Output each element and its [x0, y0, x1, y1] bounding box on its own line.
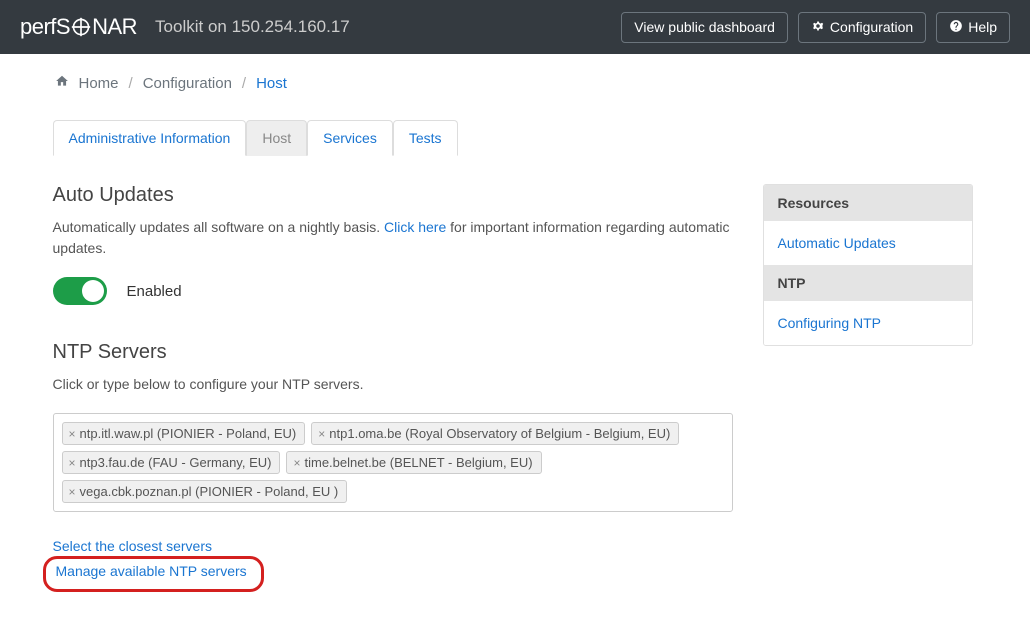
config-tabs: Administrative Information Host Services…: [53, 120, 458, 156]
ntp-servers-input[interactable]: × ntp.itl.waw.pl (PIONIER - Poland, EU) …: [53, 413, 733, 512]
auto-updates-desc: Automatically updates all software on a …: [53, 217, 733, 259]
ntp-server-label: vega.cbk.poznan.pl (PIONIER - Poland, EU…: [80, 484, 339, 499]
breadcrumb-config[interactable]: Configuration: [143, 75, 232, 92]
resources-heading: Resources: [764, 185, 972, 221]
brand-prefix: perfS: [20, 14, 70, 40]
breadcrumb-home[interactable]: Home: [79, 75, 119, 92]
remove-tag-icon[interactable]: ×: [293, 456, 300, 470]
ntp-server-tag: × vega.cbk.poznan.pl (PIONIER - Poland, …: [62, 480, 348, 503]
ntp-server-label: ntp.itl.waw.pl (PIONIER - Poland, EU): [80, 426, 297, 441]
auto-updates-toggle-row: Enabled: [53, 277, 733, 305]
ntp-server-tag: × ntp3.fau.de (FAU - Germany, EU): [62, 451, 281, 474]
breadcrumb-host: Host: [256, 75, 287, 92]
manage-ntp-servers-link[interactable]: Manage available NTP servers: [56, 563, 247, 579]
breadcrumb-sep: /: [129, 75, 133, 92]
ntp-server-label: time.belnet.be (BELNET - Belgium, EU): [304, 455, 532, 470]
ntp-server-tag: × ntp.itl.waw.pl (PIONIER - Poland, EU): [62, 422, 306, 445]
ntp-sidebar-body: Configuring NTP: [764, 301, 972, 345]
auto-updates-desc-prefix: Automatically updates all software on a …: [53, 219, 385, 235]
ntp-server-label: ntp1.oma.be (Royal Observatory of Belgiu…: [329, 426, 670, 441]
ntp-server-label: ntp3.fau.de (FAU - Germany, EU): [80, 455, 272, 470]
resources-panel: Resources Automatic Updates NTP Configur…: [763, 184, 973, 346]
help-button[interactable]: Help: [936, 12, 1010, 43]
tab-host[interactable]: Host: [246, 120, 307, 156]
remove-tag-icon[interactable]: ×: [69, 485, 76, 499]
resources-body: Automatic Updates: [764, 221, 972, 265]
question-icon: [949, 19, 963, 36]
auto-updates-toggle[interactable]: [53, 277, 107, 305]
top-navbar: perfS NAR Toolkit on 150.254.160.17 View…: [0, 0, 1030, 54]
tab-tests[interactable]: Tests: [393, 120, 458, 156]
auto-updates-info-link[interactable]: Click here: [384, 219, 446, 235]
sidebar-column: Resources Automatic Updates NTP Configur…: [763, 184, 973, 592]
brand-suffix: NAR: [92, 14, 137, 40]
ntp-heading: NTP Servers: [53, 341, 733, 364]
crosshair-icon: [71, 17, 91, 37]
toggle-knob: [82, 280, 104, 302]
breadcrumb-sep: /: [242, 75, 246, 92]
remove-tag-icon[interactable]: ×: [69, 427, 76, 441]
navbar-title: Toolkit on 150.254.160.17: [155, 17, 350, 37]
tab-host-label: Host: [246, 120, 307, 156]
view-dashboard-label: View public dashboard: [634, 19, 775, 35]
configuring-ntp-link[interactable]: Configuring NTP: [778, 315, 882, 331]
gear-icon: [811, 19, 825, 36]
tab-admin-label: Administrative Information: [53, 120, 247, 156]
navbar-right: View public dashboard Configuration Help: [621, 12, 1010, 43]
content-row: Auto Updates Automatically updates all s…: [53, 184, 978, 592]
configuration-button[interactable]: Configuration: [798, 12, 926, 43]
tab-services[interactable]: Services: [307, 120, 393, 156]
navbar-left: perfS NAR Toolkit on 150.254.160.17: [20, 14, 350, 40]
highlight-annotation: Manage available NTP servers: [43, 556, 264, 592]
breadcrumb: Home / Configuration / Host: [55, 74, 978, 92]
tab-services-label: Services: [307, 120, 393, 156]
home-icon: [55, 74, 69, 92]
view-dashboard-button[interactable]: View public dashboard: [621, 12, 788, 43]
ntp-server-tag: × time.belnet.be (BELNET - Belgium, EU): [286, 451, 541, 474]
brand-logo[interactable]: perfS NAR: [20, 14, 137, 40]
help-label: Help: [968, 19, 997, 35]
ntp-desc: Click or type below to configure your NT…: [53, 374, 733, 395]
remove-tag-icon[interactable]: ×: [318, 427, 325, 441]
tab-admin-info[interactable]: Administrative Information: [53, 120, 247, 156]
select-closest-servers-link[interactable]: Select the closest servers: [53, 538, 733, 554]
automatic-updates-link[interactable]: Automatic Updates: [778, 235, 896, 251]
main-column: Auto Updates Automatically updates all s…: [53, 184, 733, 592]
remove-tag-icon[interactable]: ×: [69, 456, 76, 470]
ntp-server-tag: × ntp1.oma.be (Royal Observatory of Belg…: [311, 422, 679, 445]
auto-updates-heading: Auto Updates: [53, 184, 733, 207]
configuration-label: Configuration: [830, 19, 913, 35]
auto-updates-toggle-label: Enabled: [127, 283, 182, 300]
page-container: Home / Configuration / Host Administrati…: [23, 54, 1008, 612]
tab-tests-label: Tests: [393, 120, 458, 156]
ntp-sidebar-heading: NTP: [764, 265, 972, 301]
